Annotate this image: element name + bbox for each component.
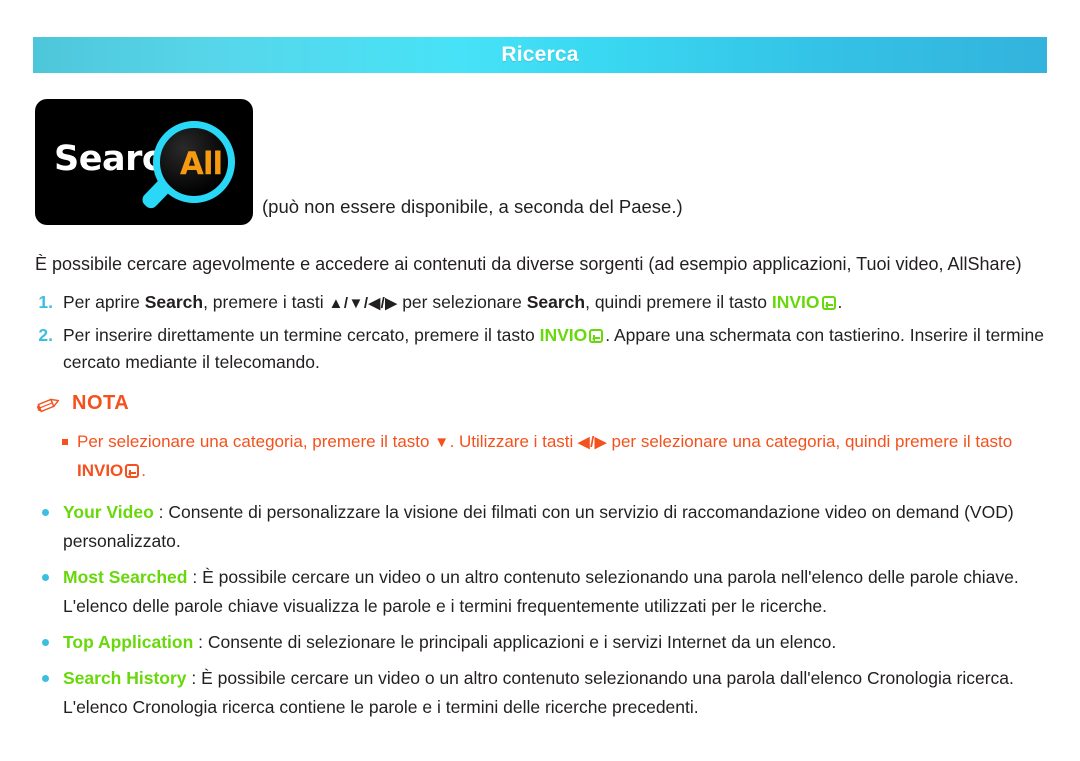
enter-key-icon	[123, 461, 141, 480]
dot-bullet-icon	[42, 639, 49, 646]
step-text-part: Per aprire	[63, 292, 145, 312]
step-text-part: , premere i tasti	[203, 292, 329, 312]
direction-arrows-icon: ▲/▼/◀/▶	[328, 295, 398, 312]
nota-label: NOTA	[72, 392, 130, 414]
availability-caption: (può non essere disponibile, a seconda d…	[262, 196, 683, 217]
left-right-arrows-icon: ◀/▶	[578, 434, 607, 451]
enter-key-label: INVIO	[771, 292, 820, 312]
down-arrow-icon: ▼	[434, 434, 450, 451]
feature-description: Consente di personalizzare la visione de…	[63, 502, 1014, 551]
dot-bullet-icon	[42, 675, 49, 682]
nota-heading: NOTA	[36, 392, 129, 415]
feature-description: È possibile cercare un video o un altro …	[63, 668, 1014, 717]
dot-bullet-icon	[42, 509, 49, 516]
feature-text: Top Application : Consente di selezionar…	[63, 628, 1048, 657]
nota-item-text: Per selezionare una categoria, premere i…	[77, 428, 1042, 485]
step-text-part: , quindi premere il tasto	[585, 292, 772, 312]
step-keyword-search: Search	[526, 292, 586, 312]
numbered-steps-list: 1. Per aprire Search, premere i tasti ▲/…	[35, 289, 1049, 381]
feature-separator: :	[153, 502, 169, 522]
feature-separator: :	[186, 668, 202, 688]
enter-key-label: INVIO	[77, 461, 124, 480]
step-text: Per aprire Search, premere i tasti ▲/▼/◀…	[63, 289, 1049, 317]
feature-name: Most Searched	[63, 567, 188, 587]
enter-key-icon	[820, 292, 838, 312]
page-header-banner: Ricerca	[33, 37, 1047, 73]
logo-inner: Search All	[35, 99, 253, 225]
nota-body: Per selezionare una categoria, premere i…	[62, 428, 1042, 485]
feature-text: Your Video : Consente di personalizzare …	[63, 498, 1048, 556]
step-text-part: per selezionare	[397, 292, 527, 312]
step-item: 2. Per inserire direttamente un termine …	[35, 322, 1049, 376]
feature-item-search-history: Search History : È possibile cercare un …	[36, 664, 1048, 722]
logo-word-all: All	[179, 146, 223, 182]
search-all-logo: Search All	[35, 99, 253, 225]
intro-paragraph: È possibile cercare agevolmente e accede…	[35, 254, 1022, 274]
feature-item-your-video: Your Video : Consente di personalizzare …	[36, 498, 1048, 556]
step-item: 1. Per aprire Search, premere i tasti ▲/…	[35, 289, 1049, 317]
feature-item-most-searched: Most Searched : È possibile cercare un v…	[36, 563, 1048, 621]
feature-name: Search History	[63, 668, 187, 688]
nota-text-part: .	[141, 461, 147, 480]
step-text-part: Per inserire direttamente un termine cer…	[63, 325, 540, 345]
pencil-icon	[36, 394, 62, 414]
feature-separator: :	[187, 567, 203, 587]
step-number: 1.	[38, 292, 53, 312]
nota-text-part: per selezionare una categoria, quindi pr…	[606, 432, 1013, 451]
feature-item-top-application: Top Application : Consente di selezionar…	[36, 628, 1048, 657]
nota-item: Per selezionare una categoria, premere i…	[62, 428, 1042, 485]
feature-separator: :	[193, 632, 208, 652]
enter-key-label: INVIO	[539, 325, 588, 345]
page-title: Ricerca	[501, 43, 579, 66]
feature-description: È possibile cercare un video o un altro …	[63, 567, 1019, 616]
feature-text: Most Searched : È possibile cercare un v…	[63, 563, 1048, 621]
feature-description: Consente di selezionare le principali ap…	[207, 632, 837, 652]
feature-name: Top Application	[63, 632, 194, 652]
square-bullet-icon	[62, 439, 68, 445]
feature-list: Your Video : Consente di personalizzare …	[36, 498, 1048, 729]
magnifier-icon: All	[139, 121, 235, 212]
step-keyword-search: Search	[144, 292, 204, 312]
step-number: 2.	[38, 325, 53, 345]
nota-text-part: Per selezionare una categoria, premere i…	[77, 432, 435, 451]
dot-bullet-icon	[42, 574, 49, 581]
step-text-part: .	[837, 292, 843, 312]
feature-text: Search History : È possibile cercare un …	[63, 664, 1048, 722]
nota-text-part: . Utilizzare i tasti	[449, 432, 579, 451]
feature-name: Your Video	[63, 502, 154, 522]
enter-key-icon	[587, 325, 605, 345]
magnifier-ring: All	[153, 121, 235, 203]
step-text: Per inserire direttamente un termine cer…	[63, 322, 1049, 376]
